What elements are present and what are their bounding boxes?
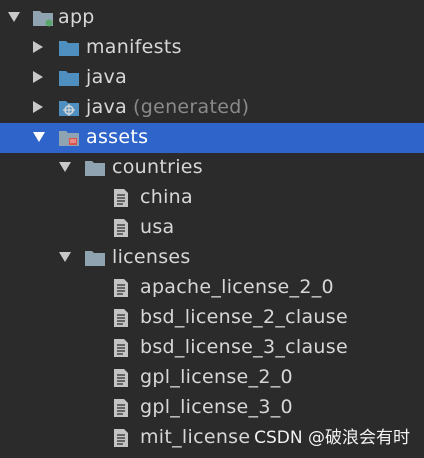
tree-label-file: apache_license_2_0: [140, 276, 334, 298]
generated-note: (generated): [133, 96, 250, 118]
text-file-icon: [113, 368, 129, 393]
expand-arrow-icon[interactable]: [59, 162, 71, 172]
tree-row-assets[interactable]: assets: [0, 123, 424, 153]
collapse-arrow-icon[interactable]: [33, 41, 43, 53]
tree-row-file[interactable]: china: [0, 183, 424, 213]
text-file-icon: [113, 428, 129, 453]
tree-label-java: java: [86, 66, 128, 88]
folder-icon: [58, 39, 80, 62]
text-file-icon: [113, 308, 129, 333]
tree-row-file[interactable]: usa: [0, 213, 424, 243]
text-file-icon: [113, 398, 129, 423]
module-folder-icon: [32, 9, 54, 32]
tree-label-file: bsd_license_3_clause: [140, 336, 348, 358]
tree-row-file[interactable]: gpl_license_2_0: [0, 363, 424, 393]
folder-name: java: [86, 96, 128, 118]
tree-label-file: gpl_license_2_0: [140, 366, 293, 388]
tree-row-manifests[interactable]: manifests: [0, 33, 424, 63]
watermark: CSDN @破浪会有时: [254, 428, 410, 448]
generated-folder-icon: [58, 99, 80, 122]
tree-label-file: mit_license: [140, 426, 251, 448]
text-file-icon: [113, 338, 129, 363]
tree-row-file[interactable]: bsd_license_3_clause: [0, 333, 424, 363]
tree-row-java-generated[interactable]: java (generated): [0, 93, 424, 123]
expand-arrow-icon[interactable]: [59, 252, 71, 262]
tree-row-java[interactable]: java: [0, 63, 424, 93]
project-tree: app manifests java java (generated) asse…: [0, 3, 424, 458]
tree-label-licenses: licenses: [112, 246, 191, 268]
tree-label-app: app: [58, 6, 95, 28]
tree-label-assets: assets: [86, 126, 149, 148]
folder-icon: [84, 249, 106, 272]
tree-row-file[interactable]: bsd_license_2_clause: [0, 303, 424, 333]
folder-icon: [58, 69, 80, 92]
tree-row-file[interactable]: gpl_license_3_0: [0, 393, 424, 423]
tree-row-countries[interactable]: countries: [0, 153, 424, 183]
tree-label-file: bsd_license_2_clause: [140, 306, 348, 328]
expand-arrow-icon[interactable]: [33, 132, 45, 142]
tree-label-file: gpl_license_3_0: [140, 396, 293, 418]
text-file-icon: [113, 188, 129, 213]
assets-folder-icon: [58, 129, 80, 152]
collapse-arrow-icon[interactable]: [33, 101, 43, 113]
tree-label-countries: countries: [112, 156, 203, 178]
expand-arrow-icon[interactable]: [8, 12, 20, 22]
tree-row-file[interactable]: apache_license_2_0: [0, 273, 424, 303]
tree-row-licenses[interactable]: licenses: [0, 243, 424, 273]
collapse-arrow-icon[interactable]: [33, 71, 43, 83]
folder-icon: [84, 159, 106, 182]
tree-label-file: usa: [140, 216, 175, 238]
text-file-icon: [113, 218, 129, 243]
tree-label-java-generated: java (generated): [86, 96, 249, 118]
text-file-icon: [113, 278, 129, 303]
tree-label-manifests: manifests: [86, 36, 182, 58]
tree-label-file: china: [140, 186, 193, 208]
tree-row-app[interactable]: app: [0, 3, 424, 33]
